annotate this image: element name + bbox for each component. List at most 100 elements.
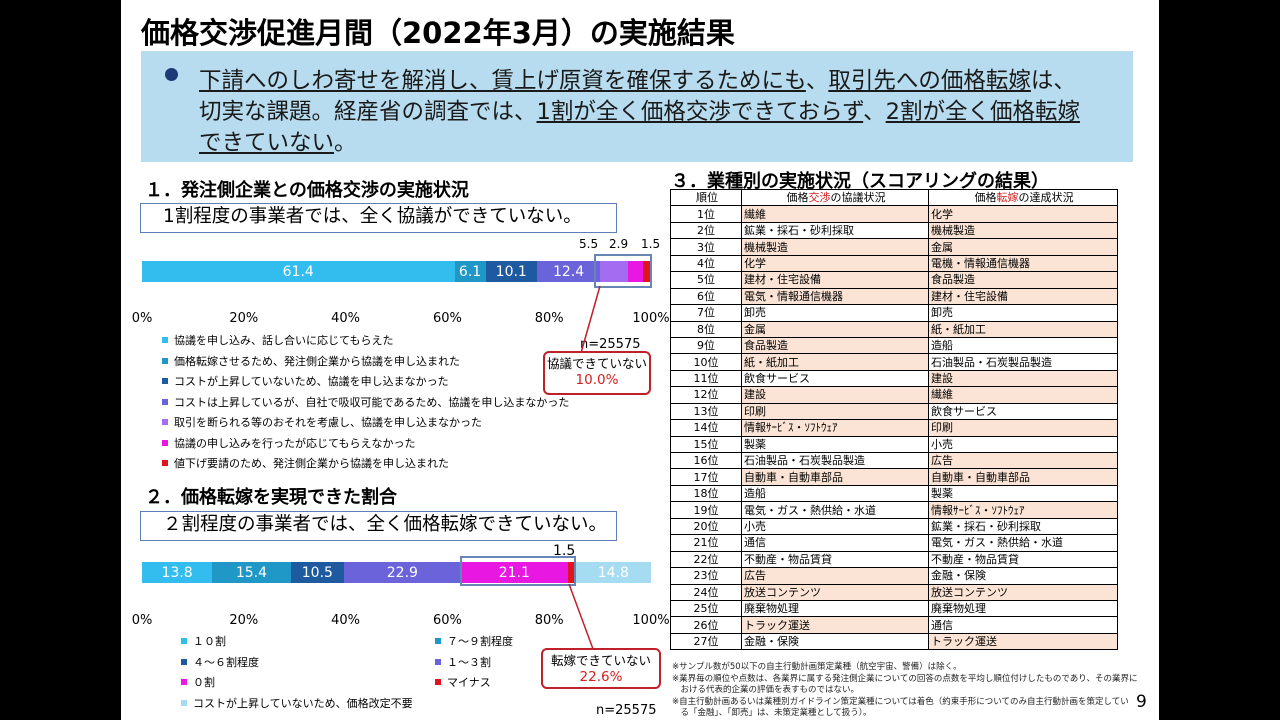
summary-run: できていない bbox=[199, 130, 335, 156]
legend-item: 協議を申し込み、話し合いに応じてもらえた bbox=[162, 332, 393, 348]
negotiation-cell: 小売 bbox=[741, 517, 929, 536]
summary-run: は、 bbox=[1030, 68, 1076, 94]
pass-through-cell: 金融・保険 bbox=[928, 567, 1118, 585]
pass-through-cell: 鉱業・採石・砂利採取 bbox=[928, 517, 1118, 536]
rank-cell: 24位 bbox=[670, 583, 742, 601]
legend-swatch bbox=[162, 378, 168, 384]
legend-swatch bbox=[181, 658, 187, 665]
legend-swatch bbox=[162, 439, 168, 446]
legend-label: 協議の申し込みを行ったが応じてもらえなかった bbox=[174, 436, 416, 450]
table-row: 25位 廃棄物処理 廃棄物処理 bbox=[670, 599, 1118, 618]
rank-cell: 22位 bbox=[670, 550, 742, 569]
table-row: 17位 自動車・自動車部品 自動車・自動車部品 bbox=[670, 468, 1118, 486]
over-label: 2.9 bbox=[609, 237, 629, 251]
rank-cell: 7位 bbox=[670, 304, 742, 322]
bar-segment: 15.4 bbox=[212, 562, 291, 583]
section1-redbox-label: 協議できていない bbox=[546, 356, 647, 371]
legend-label: マイナス bbox=[447, 676, 491, 689]
negotiation-cell: 飲食サービス bbox=[741, 369, 929, 388]
legend-item: ０割 bbox=[181, 674, 215, 690]
section1-bar: 61.4 6.1 10.1 12.4 bbox=[142, 261, 651, 282]
negotiation-cell: 電気・情報通信機器 bbox=[741, 287, 929, 306]
bar-segment: 12.4 bbox=[536, 261, 601, 282]
negotiation-cell: 金属 bbox=[741, 320, 929, 338]
section1-connector bbox=[580, 285, 601, 354]
bullet-icon bbox=[165, 68, 178, 81]
bar-segment: 10.1 bbox=[485, 261, 537, 282]
table-row: 5位 建材・住宅設備 食品製造 bbox=[670, 271, 1118, 289]
legend-label: 取引を断られる等のおそれを考慮し、協議を申し込まなかった bbox=[174, 416, 482, 429]
negotiation-cell: 食品製造 bbox=[741, 336, 929, 355]
legend-label: コストが上昇していないため、協議を申し込まなかった bbox=[174, 375, 449, 388]
table-row: 2位 鉱業・採石・砂利採取 機械製造 bbox=[670, 221, 1118, 240]
negotiation-cell: トラック運送 bbox=[741, 616, 929, 634]
negotiation-cell: 製薬 bbox=[741, 435, 929, 454]
legend-swatch bbox=[435, 658, 441, 665]
legend-item: コストが上昇していないため、価格改定不要 bbox=[181, 695, 413, 711]
negotiation-cell: 廃棄物処理 bbox=[741, 599, 929, 618]
rank-cell: 27位 bbox=[670, 632, 742, 651]
axis-tick-label: 80% bbox=[534, 311, 564, 326]
legend-swatch bbox=[435, 638, 441, 644]
section1-callout: 1割程度の事業者では、全く協議ができていない。 bbox=[140, 203, 617, 233]
pass-through-cell: 造船 bbox=[928, 336, 1118, 355]
summary-line-3: できていない。 bbox=[199, 125, 357, 157]
axis-tick-label: 60% bbox=[432, 613, 462, 628]
table-row: 23位 広告 金融・保険 bbox=[670, 567, 1118, 585]
summary-run: 。 bbox=[334, 130, 357, 156]
negotiation-cell: 建設 bbox=[741, 386, 929, 404]
pass-through-cell: 通信 bbox=[928, 616, 1118, 634]
negotiation-cell: 電気・ガス・熱供給・水道 bbox=[741, 501, 929, 519]
table-row: 9位 食品製造 造船 bbox=[670, 336, 1118, 355]
footnote-line: ※業界毎の順位や点数は、各業界に属する発注側企業についての回答の点数を平均し順位… bbox=[672, 673, 1138, 684]
over-label: 5.5 bbox=[579, 237, 599, 251]
legend-label: 値下げ要請のため、発注側企業から協議を申し込まれた bbox=[174, 457, 449, 470]
negotiation-cell: 鉱業・採石・砂利採取 bbox=[741, 221, 929, 240]
legend-item: コストが上昇していないため、協議を申し込まなかった bbox=[162, 373, 449, 389]
table-row: 6位 電気・情報通信機器 建材・住宅設備 bbox=[670, 287, 1118, 306]
rank-cell: 3位 bbox=[670, 238, 742, 256]
slide: 価格交渉促進月間（2022年3月）の実施結果 下請へのしわ寄せを解消し、賃上げ原… bbox=[121, 0, 1159, 720]
legend-item: ７～９割程度 bbox=[435, 633, 513, 649]
pass-through-cell: 金属 bbox=[928, 238, 1118, 256]
pass-through-cell: 機械製造 bbox=[928, 221, 1118, 240]
legend-item: 取引を断られる等のおそれを考慮し、協議を申し込まなかった bbox=[162, 414, 482, 430]
legend-label: コストが上昇していないため、価格改定不要 bbox=[193, 696, 413, 710]
legend-label: 協議を申し込み、話し合いに応じてもらえた bbox=[174, 334, 394, 347]
section2-title: ２．価格転嫁を実現できた割合 bbox=[145, 487, 397, 508]
rank-cell: 21位 bbox=[670, 534, 742, 552]
table-row: 3位 機械製造 金属 bbox=[670, 238, 1118, 256]
ranking-table-body: 1位 繊維 化学 2位 鉱業・採石・砂利採取 機械製造 3位 機械製造 金属 4位 化学 電機・情報通… bbox=[670, 205, 1118, 651]
legend-item: マイナス bbox=[435, 674, 491, 690]
pass-through-cell: 石油製品・石炭製品製造 bbox=[928, 353, 1118, 371]
rank-cell: 13位 bbox=[670, 402, 742, 421]
legend-item: 協議の申し込みを行ったが応じてもらえなかった bbox=[162, 435, 415, 451]
section1-redbox: 協議できていない 10.0% bbox=[543, 351, 651, 395]
table-row: 27位 金融・保険 トラック運送 bbox=[670, 632, 1118, 651]
table-row: 1位 繊維 化学 bbox=[670, 205, 1118, 223]
rank-cell: 19位 bbox=[670, 501, 742, 519]
section2-redbox: 転嫁できていない 22.6% bbox=[541, 648, 661, 689]
summary-run: 1割が全く価格交渉できておらず bbox=[536, 99, 864, 125]
axis-tick-label: 100% bbox=[632, 311, 670, 326]
table-row: 8位 金属 紙・紙加工 bbox=[670, 320, 1118, 338]
table-row: 20位 小売 鉱業・採石・砂利採取 bbox=[670, 517, 1118, 536]
legend-label: コストは上昇しているが、自社で吸収可能であるため、協議を申し込まなかった bbox=[174, 395, 570, 409]
legend-swatch bbox=[162, 357, 168, 364]
pass-through-cell: 電気・ガス・熱供給・水道 bbox=[928, 534, 1118, 552]
section2-redbox-value: 22.6% bbox=[579, 669, 623, 685]
section1-redbox-value: 10.0% bbox=[575, 372, 619, 388]
rank-cell: 1位 bbox=[670, 205, 742, 223]
table-row: 18位 造船 製薬 bbox=[670, 484, 1118, 503]
table-row: 16位 石油製品・石炭製品製造 広告 bbox=[670, 451, 1118, 470]
legend-label: １０割 bbox=[193, 635, 226, 648]
header-pass-through: 価格転嫁の達成状況 bbox=[928, 188, 1118, 207]
pass-through-cell: 繊維 bbox=[928, 386, 1118, 404]
section1-title: １．発注側企業との価格交渉の実施状況 bbox=[145, 180, 469, 201]
pass-through-cell: 放送コンテンツ bbox=[928, 583, 1118, 601]
legend-item: 価格転嫁させるため、発注側企業から協議を申し込まれた bbox=[162, 353, 460, 369]
axis-tick-label: 40% bbox=[331, 613, 361, 628]
legend-swatch bbox=[435, 679, 441, 685]
legend-label: ７～９割程度 bbox=[447, 635, 513, 648]
pass-through-cell: 廃棄物処理 bbox=[928, 599, 1118, 618]
